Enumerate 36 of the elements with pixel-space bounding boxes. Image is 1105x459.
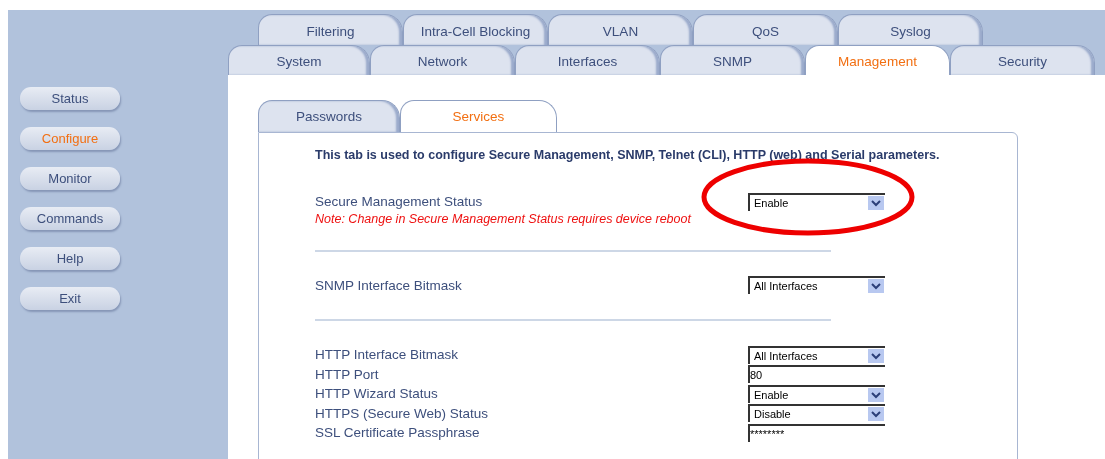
field-label: SNMP Interface Bitmask xyxy=(315,277,463,293)
dropdown[interactable]: Enable xyxy=(748,192,885,211)
sidebar-button[interactable]: Help xyxy=(20,247,120,270)
dropdown[interactable]: Disable xyxy=(748,404,885,423)
note-text: Note: Change in Secure Management Status requires device reboot xyxy=(315,211,691,226)
input-field[interactable]: 80 xyxy=(748,365,885,384)
tab[interactable]: SNMP xyxy=(660,45,805,75)
field-label: HTTP Interface Bitmask xyxy=(315,347,460,363)
caret-icon xyxy=(868,348,884,363)
sidebar-button[interactable]: Exit xyxy=(20,287,120,310)
dropdown[interactable]: Enable xyxy=(748,384,885,403)
caret-icon xyxy=(868,195,884,210)
field-label: SSL Certificate Passphrase xyxy=(315,425,481,441)
caret-icon xyxy=(868,279,884,294)
caret-icon xyxy=(868,407,884,422)
field-label: HTTP Wizard Status xyxy=(315,386,439,402)
tab[interactable]: Intra-Cell Blocking xyxy=(403,14,548,45)
field-label: HTTP Port xyxy=(315,366,380,382)
tab[interactable]: Passwords xyxy=(258,100,400,132)
tab[interactable]: Network xyxy=(370,45,515,75)
tab[interactable]: Filtering xyxy=(258,14,403,45)
tab[interactable]: Syslog xyxy=(838,14,983,45)
tab[interactable]: System xyxy=(228,45,370,75)
input-field[interactable]: ******** xyxy=(748,423,885,442)
sidebar-button[interactable]: Commands xyxy=(20,207,120,230)
tab[interactable]: Security xyxy=(950,45,1095,75)
dropdown[interactable]: All Interfaces xyxy=(748,276,885,295)
tab[interactable]: VLAN xyxy=(548,14,693,45)
tab[interactable]: QoS xyxy=(693,14,838,45)
caret-icon xyxy=(868,387,884,402)
dropdown[interactable]: All Interfaces xyxy=(748,345,885,364)
sidebar-button[interactable]: Status xyxy=(20,87,120,110)
tab[interactable]: Interfaces xyxy=(515,45,660,75)
sidebar-button[interactable]: Monitor xyxy=(20,167,120,190)
field-label: Secure Management Status xyxy=(315,194,484,210)
field-label: HTTPS (Secure Web) Status xyxy=(315,405,490,421)
